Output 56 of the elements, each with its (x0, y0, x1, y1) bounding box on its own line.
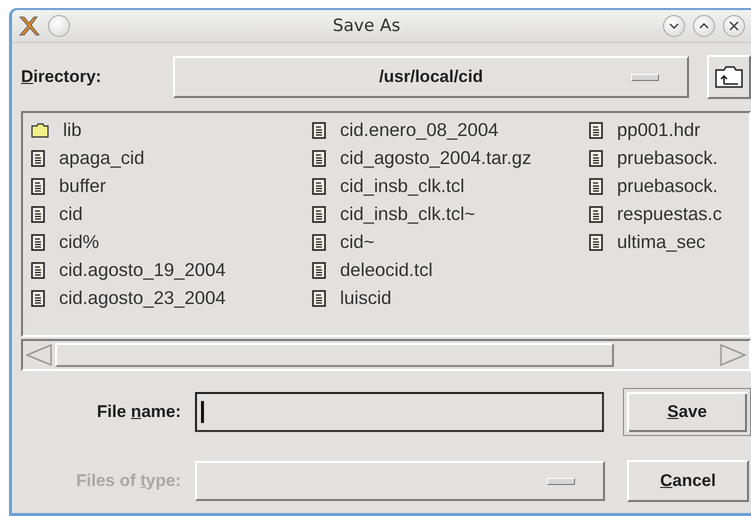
file-name[interactable]: respuestas.c (617, 203, 722, 225)
folder-up-icon (715, 65, 744, 89)
file-name[interactable]: cid_insb_clk.tcl (340, 175, 464, 197)
document-icon (31, 262, 45, 278)
file-name[interactable]: cid (59, 203, 83, 225)
file-name[interactable]: cid_insb_clk.tcl~ (340, 203, 476, 225)
chevron-up-icon (699, 23, 709, 29)
cancel-button[interactable]: Cancel (627, 460, 749, 502)
file-type-label: Files of type: (75, 471, 181, 491)
document-icon (589, 206, 603, 222)
parent-folder-button[interactable] (707, 55, 751, 99)
x-logo-icon (18, 15, 40, 37)
document-icon (31, 234, 45, 250)
file-name[interactable]: ultima_sec (617, 231, 706, 253)
minimize-button[interactable] (663, 15, 685, 37)
document-icon (589, 150, 603, 166)
window-title: Save As (332, 16, 402, 36)
document-icon (312, 178, 326, 194)
document-icon (589, 122, 603, 138)
file-name[interactable]: pruebasock. (617, 175, 718, 197)
file-name[interactable]: luiscid (340, 287, 392, 309)
save-button[interactable]: Save (623, 388, 751, 436)
file-name[interactable]: lib (63, 119, 82, 141)
directory-label: Directory: (21, 67, 102, 87)
file-name[interactable]: cid% (59, 231, 100, 253)
document-icon (31, 178, 45, 194)
folder-icon (31, 122, 49, 138)
document-icon (312, 290, 326, 306)
file-name[interactable]: buffer (59, 175, 106, 197)
file-name[interactable]: cid.agosto_19_2004 (59, 259, 226, 281)
file-name[interactable]: cid.enero_08_2004 (340, 119, 498, 141)
close-icon (729, 21, 739, 31)
file-name[interactable]: pruebasock. (617, 147, 718, 169)
directory-dropdown[interactable]: /usr/local/cid (173, 56, 690, 98)
document-icon (31, 290, 45, 306)
document-icon (312, 206, 326, 222)
document-icon (589, 234, 603, 250)
document-icon (312, 150, 326, 166)
file-name[interactable]: cid.agosto_23_2004 (59, 287, 226, 309)
maximize-button[interactable] (693, 15, 715, 37)
file-name[interactable]: cid_agosto_2004.tar.gz (340, 147, 532, 169)
file-type-dropdown[interactable] (195, 461, 605, 501)
document-icon (31, 206, 45, 222)
document-icon (312, 122, 326, 138)
close-button[interactable] (723, 15, 745, 37)
chevron-down-icon (669, 23, 679, 29)
file-name[interactable]: apaga_cid (59, 147, 144, 169)
document-icon (589, 178, 603, 194)
document-icon (312, 234, 326, 250)
file-name[interactable]: pp001.hdr (617, 119, 700, 141)
document-icon (312, 262, 326, 278)
file-name-label: File name: (96, 402, 181, 422)
file-name[interactable]: cid~ (340, 231, 374, 253)
document-icon (31, 150, 45, 166)
file-name[interactable]: deleocid.tcl (340, 259, 433, 281)
file-name-field[interactable] (195, 392, 604, 432)
